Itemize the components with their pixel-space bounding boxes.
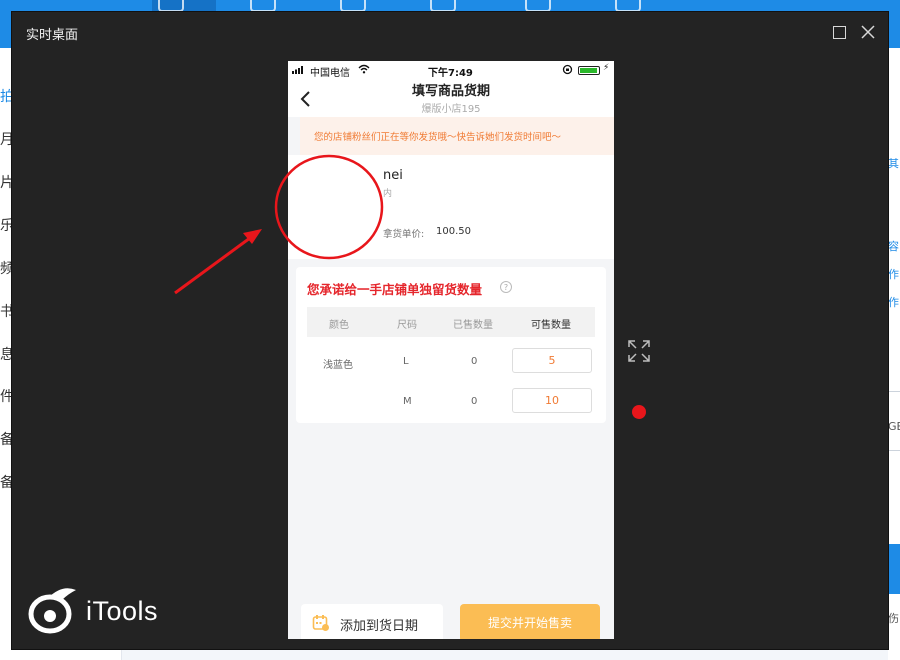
column-header-size: 尺码 <box>397 320 417 331</box>
nav-bar: 填写商品货期 爆版小店195 <box>288 79 614 117</box>
background-divider <box>888 391 900 392</box>
carrier-name: 中国电信 <box>310 68 350 79</box>
table-row: 浅蓝色 L 0 5 <box>307 342 595 382</box>
background-right-tile[interactable] <box>888 544 900 594</box>
background-divider <box>888 450 900 451</box>
reserved-stock-heading: 您承诺给一手店铺单独留货数量 <box>307 282 483 297</box>
rotation-lock-icon <box>562 64 573 75</box>
logo-text: iTools <box>86 596 159 626</box>
product-card: nei 内 拿货单价: 100.50 <box>288 155 614 259</box>
table-row: M 0 10 <box>307 382 595 422</box>
background-right-fragment[interactable]: 作 <box>888 294 899 310</box>
background-right-fragment: 其 <box>888 157 899 170</box>
expand-arrows-glyph <box>628 340 650 362</box>
product-name: nei <box>383 168 403 183</box>
window-title: 实时桌面 <box>26 28 79 43</box>
column-header-sold: 已售数量 <box>453 320 493 331</box>
submit-and-start-selling-button[interactable]: 提交并开始售卖 <box>460 604 600 639</box>
status-bar: 中国电信 下午7:49 ⚡ <box>288 61 614 79</box>
reserved-stock-card: 您承诺给一手店铺单独留货数量 ? 颜色 尺码 已售数量 可售数量 浅蓝色 L 0… <box>296 267 606 423</box>
add-arrival-date-label: 添加到货日期 <box>340 619 419 634</box>
close-icon-glyph <box>861 25 875 39</box>
charging-icon: ⚡ <box>603 63 610 73</box>
column-header-color: 颜色 <box>329 320 349 331</box>
shop-name: 爆版小店195 <box>421 104 481 115</box>
question-icon[interactable]: ? <box>500 281 512 293</box>
itools-logo: iTools <box>28 586 198 636</box>
stock-table-header: 颜色 尺码 已售数量 可售数量 <box>307 307 595 337</box>
close-icon[interactable] <box>857 21 879 43</box>
row-color: 浅蓝色 <box>323 360 353 371</box>
available-quantity-input[interactable]: 5 <box>512 348 592 373</box>
price-label: 拿货单价: <box>383 229 425 240</box>
footer-bar: 添加到货日期 提交并开始售卖 <box>288 596 614 639</box>
column-header-available: 可售数量 <box>531 320 571 331</box>
itools-logo-mark <box>28 588 76 634</box>
record-indicator <box>632 405 646 419</box>
maximize-icon[interactable] <box>828 21 850 43</box>
calendar-icon <box>312 615 329 631</box>
wifi-icon <box>358 64 370 74</box>
page-title: 填写商品货期 <box>411 84 490 99</box>
background-right-panel: 其 容 作 作 GB 伤 <box>888 48 900 660</box>
available-quantity-input[interactable]: 10 <box>512 388 592 413</box>
signal-icon <box>292 66 303 74</box>
phone-screen: 中国电信 下午7:49 ⚡ 填写商品货期 爆版小店195 您的店铺粉丝们正在等你… <box>288 61 614 639</box>
add-arrival-date-button[interactable]: 添加到货日期 <box>301 604 443 639</box>
notice-banner: 您的店铺粉丝们正在等你发货哦～快告诉她们发货时间吧～ <box>300 117 614 155</box>
product-price: 100.50 <box>436 226 471 237</box>
expand-arrows-icon[interactable] <box>627 339 651 363</box>
background-right-fragment[interactable]: 作 <box>888 266 899 282</box>
product-category: 内 <box>383 189 393 199</box>
live-desktop-window: 实时桌面 iTools 中国电信 下午7:49 ⚡ 填写商品货期 爆版小店195… <box>11 11 889 650</box>
background-right-fragment[interactable]: 容 <box>888 238 899 254</box>
row-sold: 0 <box>471 356 478 367</box>
row-sold: 0 <box>471 396 478 407</box>
background-right-fragment: 伤 <box>888 612 899 625</box>
battery-icon <box>578 66 600 75</box>
status-time: 下午7:49 <box>428 68 473 79</box>
row-size: M <box>403 396 412 407</box>
background-right-fragment: GB <box>888 420 900 433</box>
row-size: L <box>403 356 409 367</box>
